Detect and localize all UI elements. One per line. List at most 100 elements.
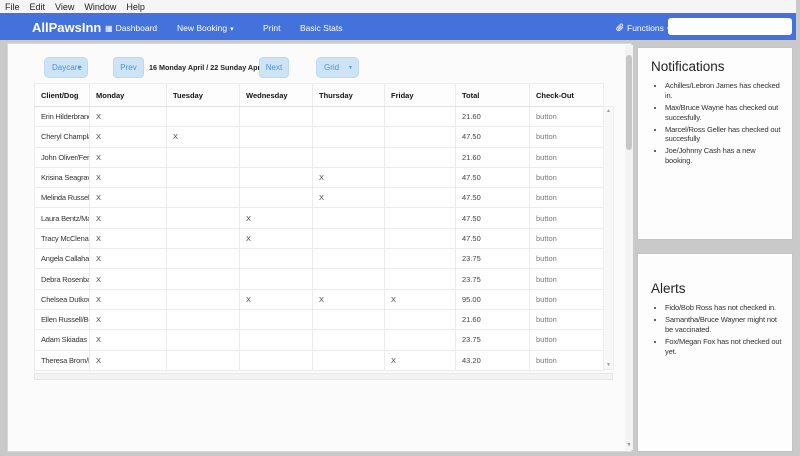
functions-dropdown[interactable]: Functions▾	[616, 23, 670, 33]
menu-item-file[interactable]: File	[5, 2, 20, 12]
notification-item: Marcel/Ross Geller has checked out succe…	[665, 125, 782, 145]
client-dog-cell: Adam Skiadas /Prego	[34, 329, 90, 351]
menu-item-help[interactable]: Help	[126, 2, 145, 12]
menu-item-edit[interactable]: Edit	[30, 2, 46, 12]
day-cell-friday	[384, 146, 456, 168]
day-cell-friday	[384, 187, 456, 209]
client-dog-cell: Laura Bentz/Maxie	[34, 207, 90, 229]
client-dog-cell: Melinda Russell/Carl	[34, 187, 90, 209]
nav-item-print[interactable]: Print	[263, 23, 280, 33]
day-cell-thursday	[312, 105, 385, 128]
day-cell-monday: X	[89, 308, 167, 331]
total-cell: 23.75	[455, 268, 530, 290]
client-dog-cell: Krisina Seagrave/Sava	[34, 166, 90, 189]
table-row: Debra Rosenbaum/GliX 23.75button	[34, 268, 604, 290]
page-vertical-scrollbar[interactable]: ▼	[625, 45, 633, 450]
search-input[interactable]	[668, 18, 792, 35]
scroll-down-icon[interactable]: ▼	[625, 442, 633, 448]
checkout-button[interactable]: button	[529, 248, 604, 270]
table-row: Adam Skiadas /PregoX 23.75button	[34, 329, 604, 351]
menu-item-view[interactable]: View	[55, 2, 74, 12]
app-brand: AllPawsInn	[32, 20, 102, 35]
nav-item-dashboard[interactable]: ▦ Dashboard	[105, 23, 157, 33]
day-cell-friday: X	[384, 349, 456, 371]
day-cell-monday: X	[89, 146, 167, 168]
menu-item-window[interactable]: Window	[84, 2, 116, 12]
day-cell-tuesday	[166, 248, 240, 270]
menu-bar: File Edit View Window Help	[0, 0, 800, 13]
day-cell-tuesday	[166, 268, 240, 290]
day-cell-friday: X	[384, 288, 456, 310]
client-dog-cell: Tracy McClenahan/Ca	[34, 227, 90, 250]
prev-button[interactable]: Prev	[113, 57, 144, 78]
day-cell-wednesday	[239, 268, 313, 290]
alert-item: Samantha/Bruce Wayner might not be vacci…	[665, 315, 782, 335]
checkout-button[interactable]: button	[529, 146, 604, 168]
day-cell-friday	[384, 329, 456, 351]
scroll-down-icon[interactable]: ▼	[606, 361, 611, 369]
view-select[interactable]: Grid ▼	[316, 57, 359, 78]
day-cell-monday: X	[89, 105, 167, 128]
checkout-button[interactable]: button	[529, 187, 604, 209]
grid-icon: ▦	[105, 24, 113, 33]
nav-item-new-booking[interactable]: New Booking ▾	[177, 23, 234, 33]
main-content: Daycare ▼ Prev 16 Monday April / 22 Sunda…	[7, 43, 633, 452]
checkout-button[interactable]: button	[529, 288, 604, 310]
day-cell-friday	[384, 166, 456, 189]
day-cell-monday: X	[89, 329, 167, 351]
alert-item: Fido/Bob Ross has not checked in.	[665, 303, 782, 313]
select-caret-icon: ▼	[77, 64, 82, 71]
day-cell-thursday	[312, 146, 385, 168]
day-cell-tuesday	[166, 288, 240, 310]
total-cell: 21.60	[455, 308, 530, 331]
column-header-wednesday: Wednesday	[239, 83, 313, 107]
notification-item: Max/Bruce Wayne has checked out succesfu…	[665, 103, 782, 123]
day-cell-monday: X	[89, 349, 167, 371]
client-dog-cell: Debra Rosenbaum/Gli	[34, 268, 90, 290]
day-cell-friday	[384, 268, 456, 290]
day-cell-friday	[384, 207, 456, 229]
checkout-button[interactable]: button	[529, 329, 604, 351]
column-header-friday: Friday	[384, 83, 456, 107]
checkout-button[interactable]: button	[529, 126, 604, 148]
checkout-button[interactable]: button	[529, 227, 604, 250]
client-dog-cell: Ellen Russell/Bear	[34, 308, 90, 331]
scrollbar-thumb[interactable]	[626, 55, 632, 150]
notification-item: Joe/Johnny Cash has a new booking.	[665, 146, 782, 166]
day-cell-tuesday	[166, 308, 240, 331]
checkout-button[interactable]: button	[529, 349, 604, 371]
checkout-button[interactable]: button	[529, 105, 604, 128]
day-cell-tuesday	[166, 187, 240, 209]
checkout-button[interactable]: button	[529, 308, 604, 331]
category-select[interactable]: Daycare ▼	[44, 57, 88, 78]
checkout-button[interactable]: button	[529, 166, 604, 189]
table-header-row: Client/Dog Monday Tuesday Wednesday Thursday…	[34, 83, 604, 107]
day-cell-monday: X	[89, 268, 167, 290]
table-row: Krisina Seagrave/SavaXX47.50button	[34, 166, 604, 189]
day-cell-wednesday	[239, 166, 313, 189]
day-cell-thursday	[312, 227, 385, 250]
day-cell-friday	[384, 126, 456, 148]
chevron-down-icon: ▾	[230, 26, 234, 33]
table-horizontal-scrollbar[interactable]	[34, 373, 613, 380]
day-cell-thursday	[312, 248, 385, 270]
day-cell-wednesday: X	[239, 227, 313, 250]
total-cell: 47.50	[455, 126, 530, 148]
day-cell-thursday: X	[312, 166, 385, 189]
next-button[interactable]: Next	[259, 57, 289, 78]
day-cell-wednesday	[239, 105, 313, 128]
total-cell: 21.60	[455, 105, 530, 128]
checkout-button[interactable]: button	[529, 268, 604, 290]
column-header-total: Total	[455, 83, 530, 107]
scroll-up-icon[interactable]: ▲	[606, 107, 611, 115]
table-row: Theresa Brom/MarvinXX43.20button	[34, 349, 604, 371]
total-cell: 47.50	[455, 187, 530, 209]
day-cell-wednesday: X	[239, 288, 313, 310]
day-cell-wednesday	[239, 126, 313, 148]
total-cell: 21.60	[455, 146, 530, 168]
table-vertical-scrollbar[interactable]: ▲ ▼	[603, 106, 614, 370]
checkout-button[interactable]: button	[529, 207, 604, 229]
day-cell-thursday: X	[312, 187, 385, 209]
alert-item: Fox/Megan Fox has not checked out yet.	[665, 337, 782, 357]
nav-item-basic-stats[interactable]: Basic Stats	[300, 23, 343, 33]
